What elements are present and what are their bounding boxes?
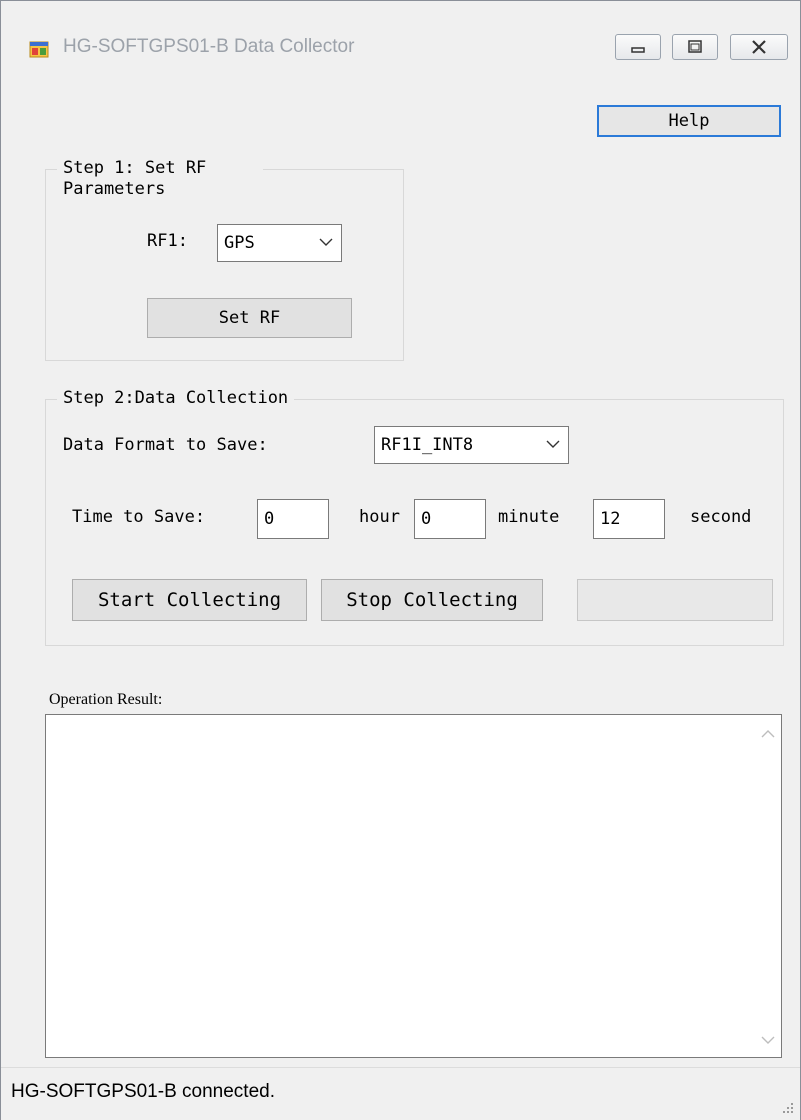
scroll-down-icon[interactable] xyxy=(761,1035,775,1045)
time-to-save-label: Time to Save: xyxy=(72,507,206,527)
app-window-icon xyxy=(29,41,49,58)
hour-input[interactable]: 0 xyxy=(257,499,329,539)
minute-unit-label: minute xyxy=(498,507,560,527)
data-format-select[interactable]: RF1I_INT8 xyxy=(374,426,569,464)
title-bar[interactable]: HG-SOFTGPS01-B Data Collector xyxy=(1,1,800,60)
operation-result-textarea[interactable] xyxy=(45,714,782,1058)
stop-collecting-button[interactable]: Stop Collecting xyxy=(321,579,543,621)
rf1-select-value: GPS xyxy=(224,233,255,253)
maximize-icon xyxy=(688,40,702,53)
minimize-icon xyxy=(631,47,645,53)
set-rf-button[interactable]: Set RF xyxy=(147,298,352,338)
minimize-button[interactable] xyxy=(615,34,661,60)
data-format-select-value: RF1I_INT8 xyxy=(381,435,474,455)
rf1-label: RF1: xyxy=(147,231,188,251)
operation-result-label: Operation Result: xyxy=(49,691,163,708)
chevron-down-icon xyxy=(319,238,333,246)
close-button[interactable] xyxy=(730,34,788,60)
second-input[interactable]: 12 xyxy=(593,499,665,539)
status-bar: HG-SOFTGPS01-B connected. xyxy=(1,1067,800,1120)
maximize-button[interactable] xyxy=(672,34,718,60)
resize-grip-icon[interactable] xyxy=(780,1100,794,1114)
data-format-label: Data Format to Save: xyxy=(63,435,268,455)
window-title: HG-SOFTGPS01-B Data Collector xyxy=(63,36,355,57)
hour-unit-label: hour xyxy=(359,507,400,527)
step1-title: Step 1: Set RF Parameters xyxy=(57,158,263,200)
step2-title: Step 2:Data Collection xyxy=(57,388,295,409)
start-collecting-button[interactable]: Start Collecting xyxy=(72,579,307,621)
main-window: HG-SOFTGPS01-B Data Collector Help Step … xyxy=(0,0,801,1120)
second-unit-label: second xyxy=(690,507,752,527)
chevron-down-icon xyxy=(546,440,560,448)
close-icon xyxy=(752,40,766,54)
scroll-up-icon[interactable] xyxy=(761,729,775,739)
rf1-select[interactable]: GPS xyxy=(217,224,342,262)
help-button[interactable]: Help xyxy=(597,105,781,137)
minute-input[interactable]: 0 xyxy=(414,499,486,539)
progress-bar xyxy=(577,579,773,621)
status-text: HG-SOFTGPS01-B connected. xyxy=(11,1081,275,1102)
